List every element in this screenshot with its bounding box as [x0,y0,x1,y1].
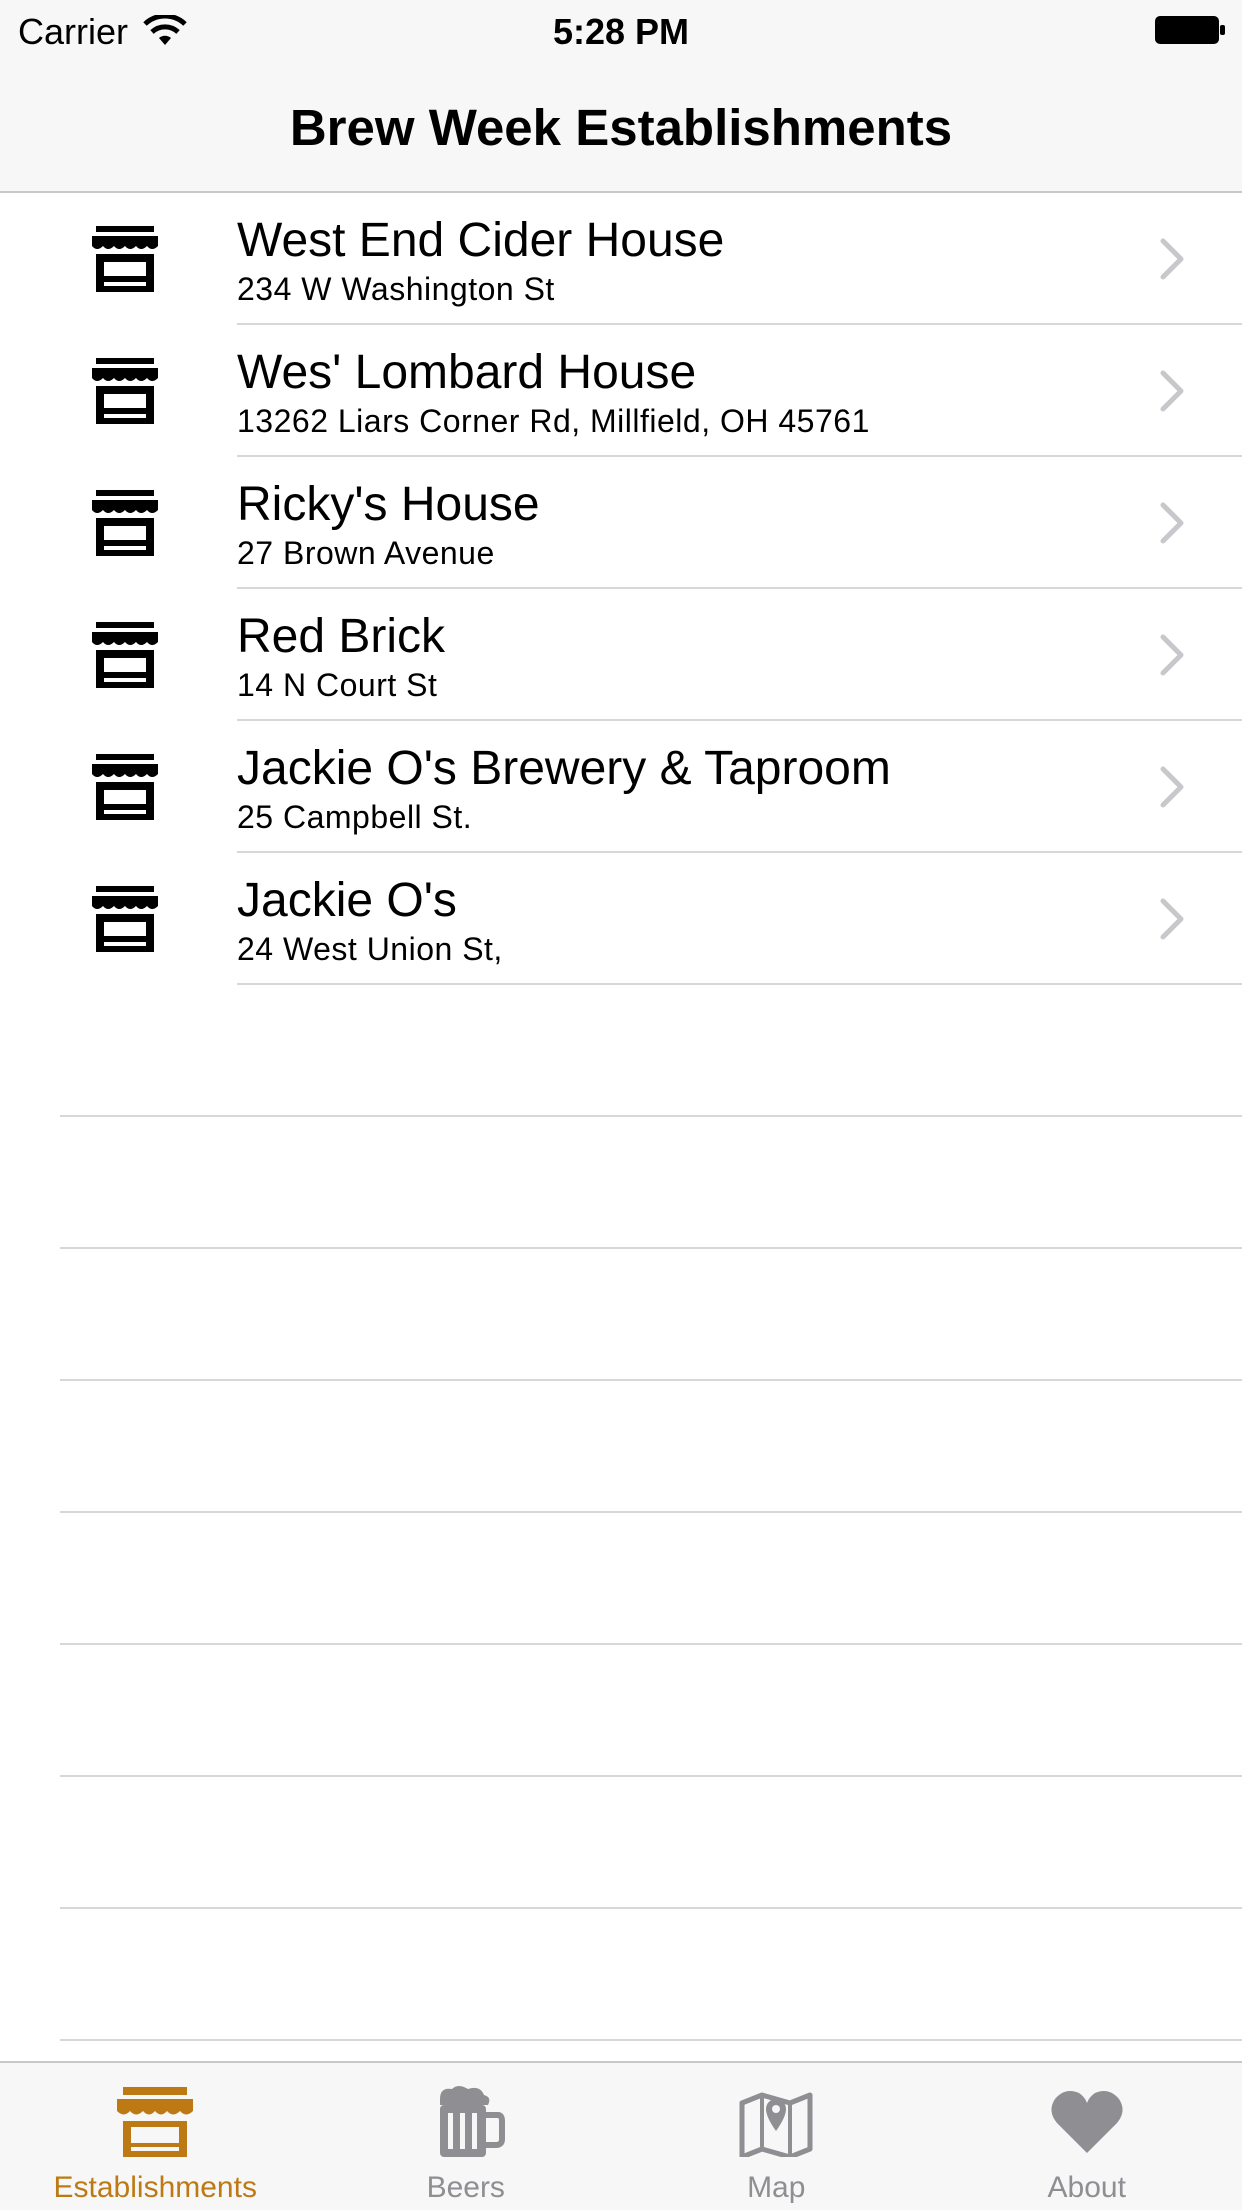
store-icon [90,754,160,820]
tab-map[interactable]: Map [621,2063,932,2210]
store-icon [90,358,160,424]
empty-row-separator [60,1775,1242,1777]
chevron-right-icon [1158,369,1186,413]
chevron-right-icon [1158,501,1186,545]
page-title: Brew Week Establishments [0,98,1242,158]
establishment-name: Jackie O's [237,873,457,929]
tab-about[interactable]: About [932,2063,1242,2210]
establishment-row[interactable]: Jackie O's 24 West Union St, [0,853,1242,985]
establishment-address: 24 West Union St, [237,929,503,969]
empty-row-separator [60,1643,1242,1645]
chevron-right-icon [1158,237,1186,281]
tab-label: Establishments [0,2171,311,2205]
navigation-bar: Brew Week Establishments [0,60,1242,193]
heart-icon [1047,2085,1127,2157]
establishment-name: Ricky's House [237,477,540,533]
tab-label: Beers [311,2171,622,2205]
establishment-address: 14 N Court St [237,665,437,705]
establishment-row[interactable]: Ricky's House 27 Brown Avenue [0,457,1242,589]
tab-label: About [932,2171,1242,2205]
chevron-right-icon [1158,897,1186,941]
chevron-right-icon [1158,633,1186,677]
status-time: 5:28 PM [0,12,1242,52]
chevron-right-icon [1158,765,1186,809]
empty-row-separator [60,2039,1242,2041]
establishment-name: Red Brick [237,609,445,665]
store-icon [115,2085,195,2157]
store-icon [90,490,160,556]
empty-row-separator [60,1115,1242,1117]
store-icon [90,886,160,952]
tab-label: Map [621,2171,932,2205]
row-separator [237,983,1242,985]
map-icon [736,2085,816,2157]
establishment-address: 234 W Washington St [237,269,555,309]
establishments-list: West End Cider House 234 W Washington St… [0,193,1242,985]
empty-row-separator [60,1247,1242,1249]
empty-row-separator [60,1511,1242,1513]
establishment-address: 27 Brown Avenue [237,533,495,573]
establishment-address: 13262 Liars Corner Rd, Millfield, OH 457… [237,401,870,441]
store-icon [90,226,160,292]
beer-mug-icon [426,2085,506,2157]
establishment-row[interactable]: Wes' Lombard House 13262 Liars Corner Rd… [0,325,1242,457]
establishment-name: Wes' Lombard House [237,345,696,401]
store-icon [90,622,160,688]
battery-icon [1154,15,1226,45]
tab-establishments[interactable]: Establishments [0,2063,311,2210]
establishment-row[interactable]: Red Brick 14 N Court St [0,589,1242,721]
empty-row-separator [60,1379,1242,1381]
establishment-row[interactable]: West End Cider House 234 W Washington St [0,193,1242,325]
establishment-row[interactable]: Jackie O's Brewery & Taproom 25 Campbell… [0,721,1242,853]
establishment-address: 25 Campbell St. [237,797,472,837]
empty-row-separator [60,1907,1242,1909]
establishment-name: West End Cider House [237,213,724,269]
establishment-name: Jackie O's Brewery & Taproom [237,741,891,797]
tab-beers[interactable]: Beers [311,2063,622,2210]
tab-bar: Establishments Beers Map About [0,2061,1242,2210]
status-bar: Carrier 5:28 PM [0,0,1242,60]
